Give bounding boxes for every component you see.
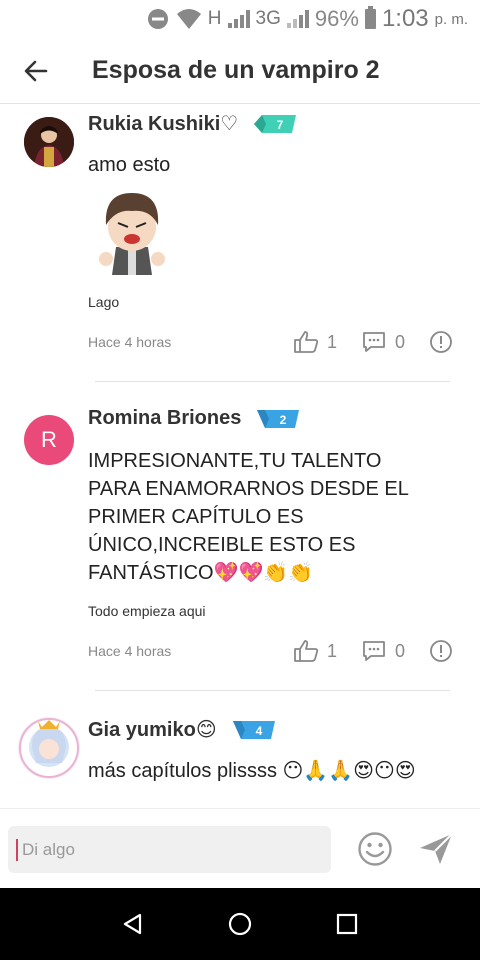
alert-circle-icon xyxy=(430,331,452,353)
comment-text: IMPRESIONANTE,TU TALENTO PARA ENAMORARNO… xyxy=(88,450,409,584)
comment-divider xyxy=(95,381,450,382)
reply-count: 0 xyxy=(394,331,405,352)
send-icon xyxy=(420,833,453,864)
reply-count: 0 xyxy=(394,640,405,661)
reply-button[interactable]: 0 xyxy=(361,639,405,663)
comment-source[interactable]: Todo empieza aqui xyxy=(88,603,206,619)
level-number: 7 xyxy=(277,118,284,132)
level-badge-icon: 4 xyxy=(232,720,275,739)
triangle-back-icon xyxy=(124,913,142,935)
comment-input-bar: Di algo xyxy=(0,808,480,888)
comment-item: Gia yumiko😊 4 más capítulos plissss 😶🙏🙏😍… xyxy=(0,705,480,805)
clock-time: 1:03 xyxy=(381,5,429,32)
emoji-button[interactable] xyxy=(357,831,393,872)
network-type-h: H xyxy=(207,8,222,29)
level-badge: 4 xyxy=(231,720,277,740)
system-nav-bar xyxy=(0,888,480,960)
comment-author[interactable]: Rukia Kushiki♡ xyxy=(88,111,238,136)
comment-time: Hace 4 horas xyxy=(88,334,172,350)
comment-text: más capítulos plissss 😶🙏🙏😍😶😍 xyxy=(88,760,416,782)
comment-bubble-icon xyxy=(363,332,385,352)
comment-author[interactable]: Gia yumiko😊 xyxy=(88,717,217,742)
signal-icon-2 xyxy=(286,10,309,28)
avatar-image xyxy=(19,718,79,778)
sticker-image xyxy=(99,193,165,275)
level-number: 4 xyxy=(255,724,262,738)
level-badge: 2 xyxy=(255,409,301,429)
nav-back-button[interactable] xyxy=(113,904,153,944)
nav-recents-button[interactable] xyxy=(327,904,367,944)
comment-meta: Hace 4 horas 1 0 xyxy=(88,636,453,666)
report-button[interactable] xyxy=(429,639,453,663)
smiley-icon xyxy=(358,832,392,866)
clock-ampm: p. m. xyxy=(434,10,468,28)
comment-meta: Hace 4 horas 1 0 xyxy=(88,327,453,357)
level-badge-icon: 2 xyxy=(257,409,300,428)
comment-author[interactable]: Romina Briones xyxy=(88,407,241,430)
like-count: 1 xyxy=(326,640,337,661)
do-not-disturb-icon xyxy=(147,9,168,29)
network-type-3g: 3G xyxy=(255,8,281,29)
back-button[interactable] xyxy=(0,38,72,104)
signal-icon xyxy=(227,10,250,28)
comment-text: amo esto xyxy=(88,154,171,176)
alert-circle-icon xyxy=(430,640,452,662)
reply-button[interactable]: 0 xyxy=(361,330,405,354)
comment-time: Hace 4 horas xyxy=(88,643,172,659)
wifi-icon xyxy=(176,9,201,29)
like-button[interactable]: 1 xyxy=(293,330,337,354)
avatar[interactable]: R xyxy=(24,415,74,465)
comment-bubble-icon xyxy=(363,641,385,661)
thumbs-up-icon xyxy=(294,331,319,353)
arrow-left-icon xyxy=(24,60,48,81)
level-badge-icon: 7 xyxy=(254,114,297,133)
avatar-image xyxy=(24,117,74,167)
battery-icon xyxy=(364,6,376,29)
level-badge: 7 xyxy=(252,114,298,134)
comment-sticker xyxy=(94,187,170,279)
status-bar: H 3G 96% 1:03 p. m. xyxy=(0,0,480,38)
like-button[interactable]: 1 xyxy=(293,639,337,663)
send-button[interactable] xyxy=(418,831,454,872)
like-count: 1 xyxy=(326,331,337,352)
comment-source[interactable]: Lago xyxy=(88,294,119,310)
avatar-letter: R xyxy=(41,427,57,452)
comment-divider xyxy=(95,690,450,691)
level-number: 2 xyxy=(280,413,287,427)
thumbs-up-icon xyxy=(294,640,319,662)
top-app-bar: Esposa de un vampiro 2 xyxy=(0,38,480,104)
avatar[interactable] xyxy=(18,717,80,779)
battery-percent: 96% xyxy=(314,6,359,31)
square-recents-icon xyxy=(336,913,357,935)
page-title: Esposa de un vampiro 2 xyxy=(92,56,380,84)
comment-input-placeholder: Di algo xyxy=(22,839,75,859)
text-cursor xyxy=(16,838,18,861)
circle-home-icon xyxy=(228,912,252,936)
comment-item: R Romina Briones 2 IMPRESIONANTE,TU TALE… xyxy=(0,395,480,690)
comment-input[interactable]: Di algo xyxy=(8,826,331,873)
comment-item: Rukia Kushiki♡ 7 amo esto Lago Hace 4 ho… xyxy=(0,105,480,383)
nav-home-button[interactable] xyxy=(220,904,260,944)
report-button[interactable] xyxy=(429,330,453,354)
avatar[interactable] xyxy=(24,117,74,167)
